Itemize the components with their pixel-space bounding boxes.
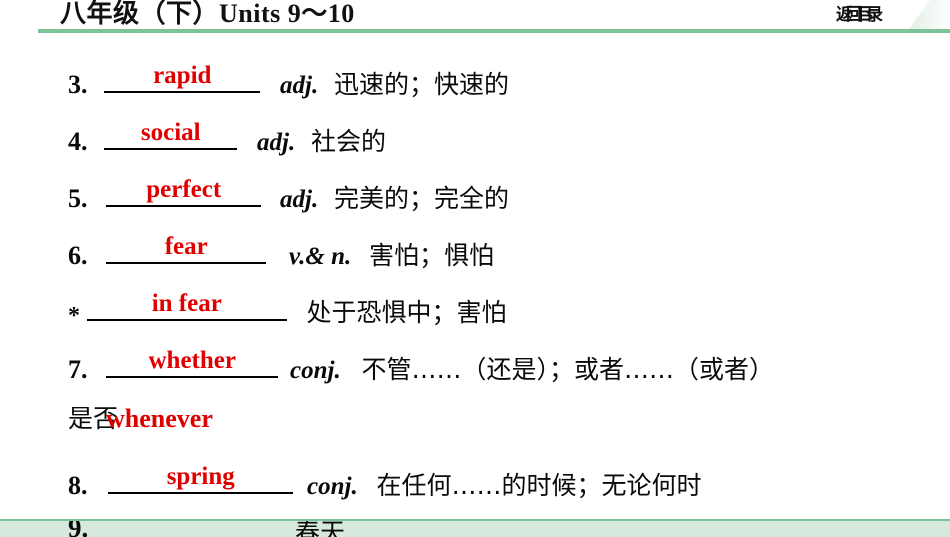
list-item: 8. spring conj. 在任何……的时候；无论何时 bbox=[68, 462, 701, 499]
entry-number: 3. bbox=[68, 70, 88, 99]
footer-chinese-meaning: 春天 bbox=[295, 519, 346, 537]
part-of-speech: adj. bbox=[280, 186, 319, 213]
list-item: 3. rapid adj. 迅速的；快速的 bbox=[68, 61, 509, 98]
answer-text: social bbox=[140, 119, 201, 146]
part-of-speech: adj. bbox=[280, 72, 319, 99]
part-of-speech: conj. bbox=[307, 473, 358, 500]
chinese-meaning: 害怕；惧怕 bbox=[369, 241, 495, 270]
chinese-meaning: 处于恐惧中；害怕 bbox=[306, 298, 507, 327]
entry-number: 5. bbox=[68, 184, 88, 213]
answer-blank[interactable]: fear bbox=[106, 232, 267, 264]
chinese-meaning: 迅速的；快速的 bbox=[333, 70, 509, 99]
entry-number: 8. bbox=[68, 471, 88, 500]
entry-number: 4. bbox=[68, 127, 88, 156]
answer-text: perfect bbox=[146, 176, 222, 203]
answer-blank[interactable]: social bbox=[104, 118, 238, 150]
list-item: 5. perfect adj. 完美的；完全的 bbox=[68, 175, 509, 212]
entry-number: 7. bbox=[68, 355, 88, 384]
answer-text: spring bbox=[166, 463, 235, 490]
chinese-meaning: 完美的；完全的 bbox=[333, 184, 509, 213]
page-title: 八年级（下）Units 9～10 bbox=[60, 0, 355, 28]
answer-blank[interactable]: perfect bbox=[106, 175, 262, 207]
answer-text: rapid bbox=[153, 62, 212, 89]
answer-blank[interactable]: spring bbox=[108, 462, 294, 494]
part-of-speech: conj. bbox=[290, 357, 341, 384]
answer-blank[interactable]: whether bbox=[106, 346, 279, 378]
list-item: 7. whether conj. 不管……（还是）；或者……（或者） bbox=[68, 346, 774, 383]
answer-blank[interactable]: in fear bbox=[86, 289, 287, 321]
page-header: 八年级（下）Units 9～10 返回目录 bbox=[0, 0, 950, 33]
answer-text: fear bbox=[164, 233, 208, 260]
return-to-contents-button[interactable]: 返回目录 bbox=[836, 1, 883, 29]
page-footer-band: 9. 春天 bbox=[0, 519, 950, 537]
chinese-meaning: 不管……（还是）；或者……（或者） bbox=[361, 355, 774, 384]
part-of-speech: adj. bbox=[257, 129, 296, 156]
list-item: 6. fear v.& n. 害怕；惧怕 bbox=[68, 232, 494, 269]
chinese-meaning: 在任何……的时候；无论何时 bbox=[376, 471, 702, 500]
footer-entry-number: 9. bbox=[68, 519, 89, 537]
entry-number: 6. bbox=[68, 241, 88, 270]
overflow-answer-text: whenever bbox=[106, 404, 213, 433]
answer-text: whether bbox=[148, 347, 236, 374]
list-item: * in fear 处于恐惧中；害怕 bbox=[68, 289, 507, 328]
entry-number: * bbox=[68, 303, 80, 329]
wrapped-line: 是否whenever bbox=[68, 405, 213, 432]
chinese-meaning: 社会的 bbox=[310, 127, 386, 156]
list-item: 4. social adj. 社会的 bbox=[68, 118, 386, 155]
answer-blank[interactable]: rapid bbox=[104, 61, 261, 93]
part-of-speech: v.& n. bbox=[289, 243, 352, 270]
answer-text: in fear bbox=[151, 290, 222, 317]
